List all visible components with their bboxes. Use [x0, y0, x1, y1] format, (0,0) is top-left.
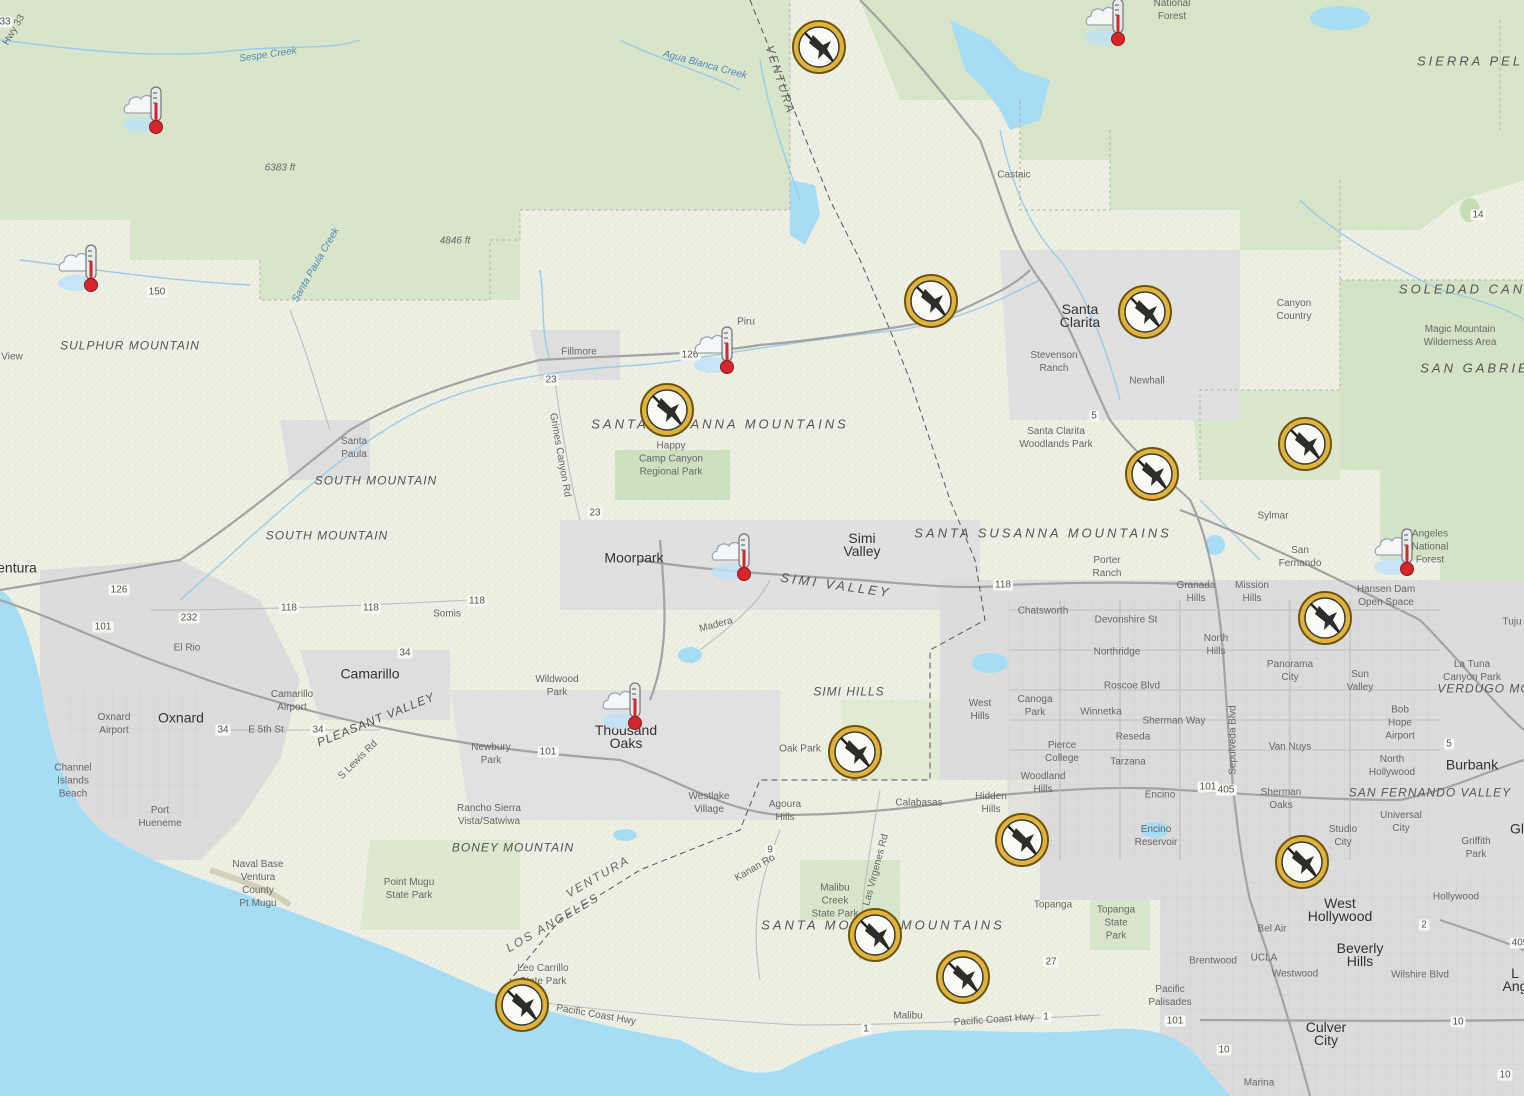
- route-shield: 101: [1164, 1015, 1186, 1027]
- fire-incident-marker[interactable]: [935, 949, 991, 1005]
- fire-incident-marker[interactable]: [994, 812, 1050, 868]
- cloud-thermometer-icon: [1374, 528, 1414, 576]
- fire-aircraft-icon: [1278, 417, 1332, 471]
- fire-incident-marker[interactable]: [1117, 284, 1173, 340]
- fire-incident-marker[interactable]: [1277, 416, 1333, 472]
- route-shield: 1: [1041, 1011, 1051, 1023]
- route-shield: 150: [146, 286, 168, 298]
- fire-incident-marker[interactable]: [639, 382, 695, 438]
- route-shield: 101: [92, 621, 114, 633]
- route-shield: 14: [1470, 209, 1486, 221]
- route-shield: 23: [587, 507, 603, 519]
- fire-aircraft-icon: [1118, 285, 1172, 339]
- cloud-thermometer-icon: [602, 682, 642, 730]
- fire-incident-marker[interactable]: [1297, 590, 1353, 646]
- fire-aircraft-icon: [495, 978, 549, 1032]
- route-shield: 232: [178, 612, 200, 624]
- fire-aircraft-icon: [936, 950, 990, 1004]
- route-shield: 10: [1450, 1016, 1466, 1028]
- route-shield: 9: [765, 844, 775, 856]
- route-shield: 27: [1043, 956, 1059, 968]
- weather-station-marker[interactable]: [709, 530, 761, 584]
- route-shield: 33: [0, 16, 13, 28]
- route-shield: 405: [1509, 937, 1524, 949]
- weather-station-marker[interactable]: [692, 323, 744, 377]
- route-shield: 5: [1444, 738, 1454, 750]
- fire-aircraft-icon: [828, 725, 882, 779]
- fire-incident-marker[interactable]: [827, 724, 883, 780]
- weather-station-marker[interactable]: [56, 241, 108, 295]
- route-shield: 118: [467, 595, 487, 607]
- urban-simi: [560, 520, 980, 610]
- fire-incident-marker[interactable]: [847, 907, 903, 963]
- route-shield: 118: [993, 579, 1013, 591]
- route-shield: 405: [1215, 784, 1237, 796]
- route-shield: 2: [1419, 919, 1429, 931]
- route-shield: 126: [108, 584, 130, 596]
- fire-aircraft-icon: [995, 813, 1049, 867]
- fire-incident-marker[interactable]: [494, 977, 550, 1033]
- cloud-thermometer-icon: [694, 326, 734, 374]
- route-shield: 23: [543, 374, 559, 386]
- weather-station-marker[interactable]: [121, 83, 173, 137]
- route-shield: 10: [1216, 1044, 1232, 1056]
- fire-incident-marker[interactable]: [791, 19, 847, 75]
- route-shield: 101: [537, 746, 559, 758]
- cloud-thermometer-icon: [711, 533, 751, 581]
- weather-station-marker[interactable]: [1083, 0, 1135, 49]
- weather-station-marker[interactable]: [1372, 525, 1424, 579]
- fire-incident-marker[interactable]: [903, 273, 959, 329]
- fire-aircraft-icon: [792, 20, 846, 74]
- fire-aircraft-icon: [1298, 591, 1352, 645]
- fire-aircraft-icon: [904, 274, 958, 328]
- cloud-thermometer-icon: [123, 86, 163, 134]
- fire-incident-marker[interactable]: [1124, 446, 1180, 502]
- fire-aircraft-icon: [640, 383, 694, 437]
- cloud-thermometer-icon: [1085, 0, 1125, 46]
- route-shield: 34: [215, 724, 231, 736]
- cloud-thermometer-icon: [58, 244, 98, 292]
- map-view[interactable]: Hwy 33 Sespe Creek Agua Blanca Creek VENTUR…: [0, 0, 1524, 1096]
- weather-station-marker[interactable]: [600, 679, 652, 733]
- route-shield: 118: [279, 602, 299, 614]
- fire-aircraft-icon: [1125, 447, 1179, 501]
- route-shield: 34: [310, 724, 326, 736]
- route-shield: 10: [1497, 1069, 1513, 1081]
- urban-camarillo: [300, 650, 450, 720]
- route-shield: 1: [861, 1023, 871, 1035]
- fire-incident-marker[interactable]: [1274, 834, 1330, 890]
- park-happy-camp: [615, 450, 730, 500]
- fire-aircraft-icon: [1275, 835, 1329, 889]
- fire-aircraft-icon: [848, 908, 902, 962]
- route-shield: 5: [1089, 410, 1099, 422]
- route-shield: 118: [361, 602, 381, 614]
- route-shield: 34: [397, 647, 413, 659]
- basemap: [0, 0, 1524, 1096]
